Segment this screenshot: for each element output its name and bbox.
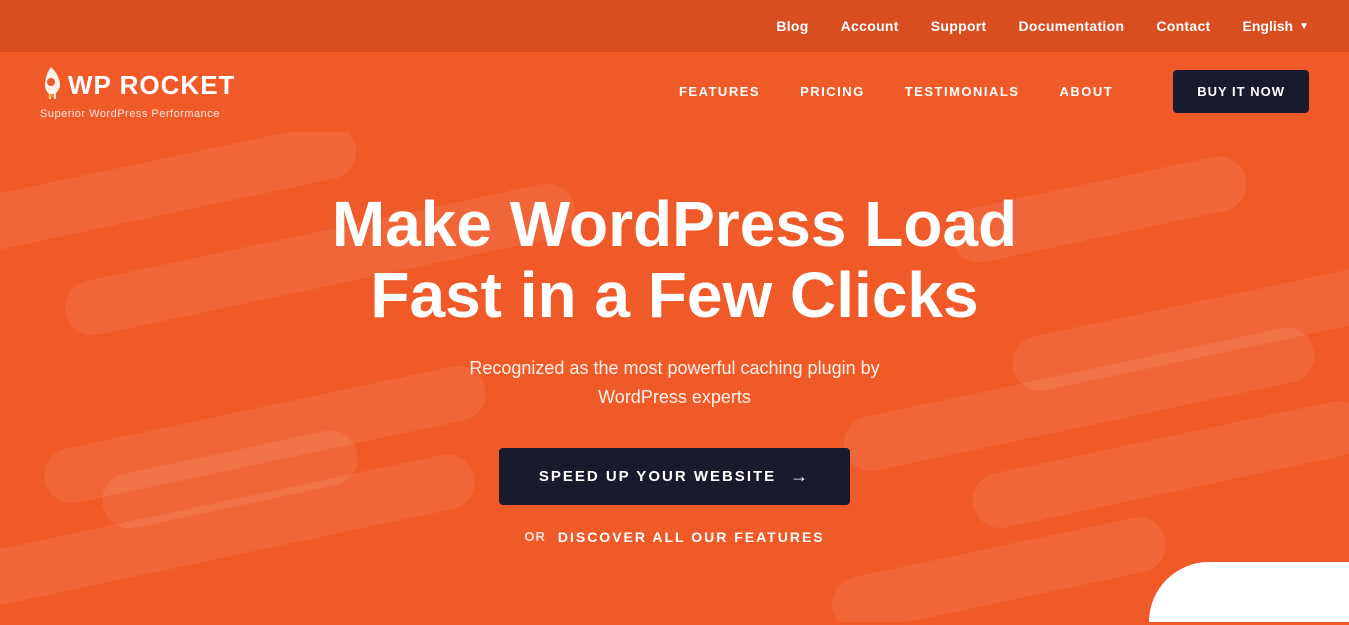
cta-speed-up-button[interactable]: SPEED UP YOUR WEBSITE → [499,448,850,505]
deco-shape-6 [0,449,480,619]
nav-testimonials[interactable]: TESTIMONIALS [905,84,1020,99]
rocket-icon [40,65,62,106]
deco-shape-9 [97,426,363,534]
cta-button-label: SPEED UP YOUR WEBSITE [539,468,776,485]
hero-section: Make WordPress Load Fast in a Few Clicks… [0,132,1349,622]
support-link[interactable]: Support [931,18,987,34]
logo-area[interactable]: WP ROCKET Superior WordPress Performance [40,65,235,120]
language-selector[interactable]: English ▼ [1243,18,1309,34]
bottom-curve-decoration [1149,562,1349,622]
nav-pricing[interactable]: PRICING [800,84,865,99]
deco-shape-8 [827,512,1171,622]
logo-brand: WP ROCKET [68,72,235,98]
hero-title: Make WordPress Load Fast in a Few Clicks [275,189,1075,330]
discover-link-area: OR DISCOVER ALL OUR FEATURES [524,529,824,545]
logo-subtitle: Superior WordPress Performance [40,108,235,120]
contact-link[interactable]: Contact [1156,18,1210,34]
hero-subtitle: Recognized as the most powerful caching … [465,354,885,412]
discover-features-link[interactable]: DISCOVER ALL OUR FEATURES [558,529,825,545]
buy-now-button[interactable]: BUY IT NOW [1173,70,1309,113]
language-label: English [1243,18,1294,34]
arrow-right-icon: → [790,466,810,487]
nav-links: FEATURES PRICING TESTIMONIALS ABOUT BUY … [679,83,1309,101]
documentation-link[interactable]: Documentation [1019,18,1125,34]
account-link[interactable]: Account [841,18,899,34]
nav-features[interactable]: FEATURES [679,84,760,99]
deco-shape-4 [839,323,1320,477]
deco-shape-7 [968,396,1349,533]
main-nav: WP ROCKET Superior WordPress Performance… [0,52,1349,132]
deco-shape-10 [39,361,491,508]
or-label: OR [524,529,546,544]
top-bar: Blog Account Support Documentation Conta… [0,0,1349,52]
chevron-down-icon: ▼ [1299,21,1309,32]
nav-about[interactable]: ABOUT [1060,84,1114,99]
blog-link[interactable]: Blog [776,18,808,34]
